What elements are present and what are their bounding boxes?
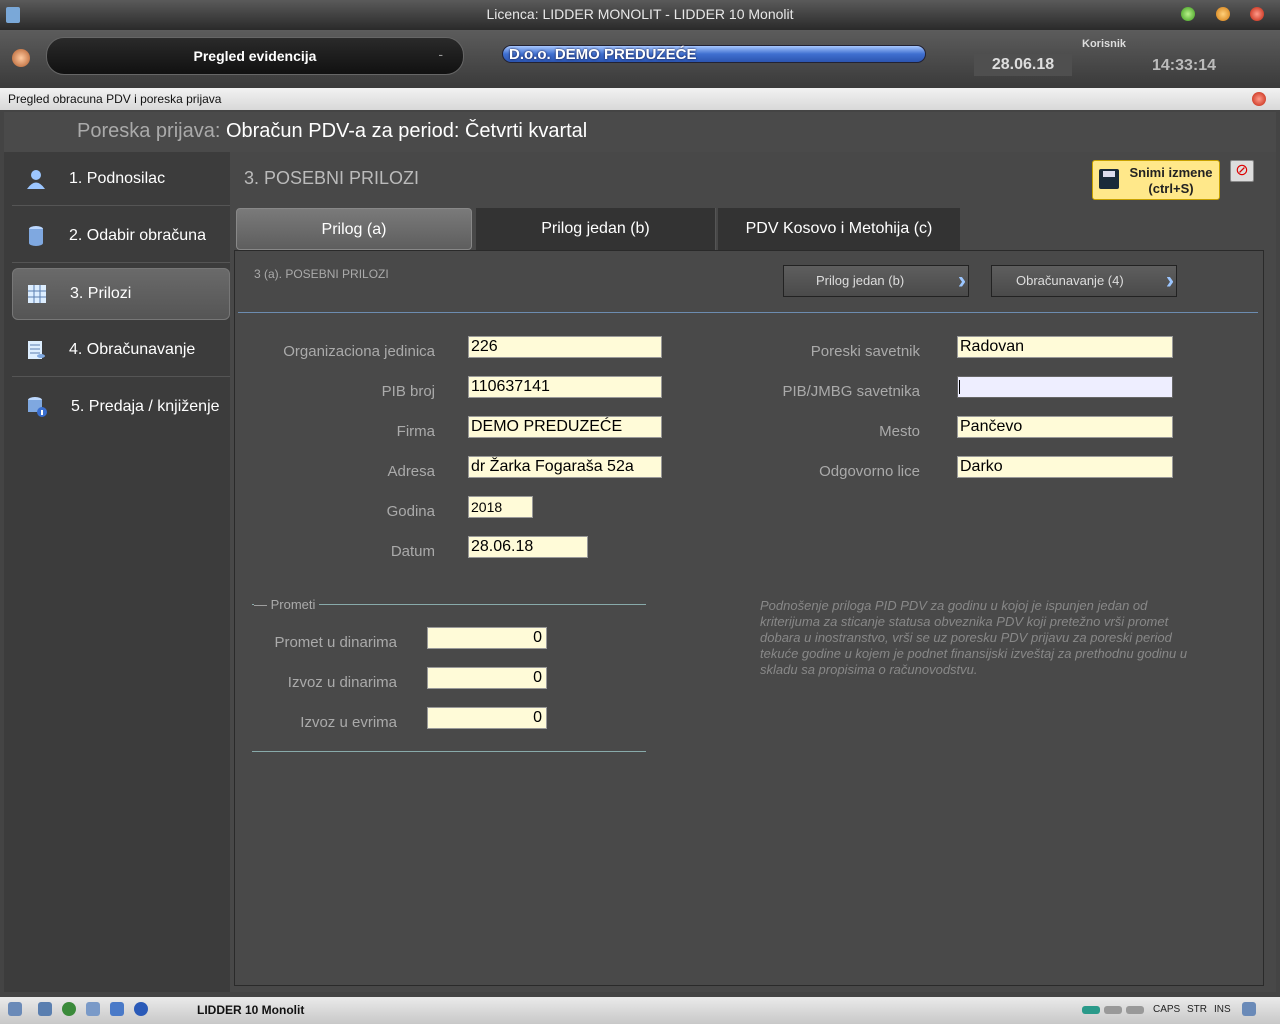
subwindow-titlebar: Pregled obracuna PDV i poreska prijava bbox=[0, 88, 1280, 110]
panel-subtitle: 3 (a). POSEBNI PRILOZI bbox=[254, 267, 389, 281]
field-label: Izvoz u evrima bbox=[300, 714, 397, 731]
ins-indicator: INS bbox=[1214, 1004, 1231, 1015]
export-eur-field[interactable]: 0 bbox=[427, 707, 547, 729]
status-app-name: LIDDER 10 Monolit bbox=[197, 1003, 305, 1017]
field-label: Datum bbox=[390, 543, 435, 560]
sidebar-item-label: 4. Obračunavanje bbox=[69, 341, 196, 358]
page-title-main: Obračun PDV-a za period: Četvrti kvartal bbox=[225, 120, 588, 142]
field-label: Firma bbox=[396, 423, 435, 440]
section-title: 3. POSEBNI PRILOZI bbox=[244, 168, 420, 188]
indicator-icon bbox=[1104, 1006, 1122, 1014]
floppy-icon bbox=[1099, 169, 1119, 189]
next-prilog-jedan-button[interactable]: Prilog jedan (b) ›› bbox=[783, 265, 969, 297]
title-bar: Licenca: LIDDER MONOLIT - LIDDER 10 Mono… bbox=[0, 0, 1280, 30]
city-field[interactable]: Pančevo bbox=[957, 416, 1173, 438]
str-indicator: STR bbox=[1187, 1004, 1207, 1015]
year-field[interactable]: 2018 bbox=[468, 496, 533, 518]
field-label: Godina bbox=[386, 503, 435, 520]
date-field[interactable]: 28.06.18 bbox=[468, 536, 588, 558]
text-cursor bbox=[959, 380, 960, 394]
sidebar-item-label: 1. Podnosilac bbox=[69, 170, 166, 187]
org-unit-field[interactable]: 226 bbox=[468, 336, 662, 358]
chevron-down-icon: - bbox=[438, 46, 443, 62]
save-button[interactable]: Snimi izmene (ctrl+S) bbox=[1092, 160, 1220, 200]
sidebar-item-podnosilac[interactable]: 1. Podnosilac bbox=[12, 154, 230, 206]
next-obracunavanje-button[interactable]: Obračunavanje (4) ›› bbox=[991, 265, 1177, 297]
nav-button-label: Obračunavanje (4) bbox=[1016, 273, 1124, 288]
address-field[interactable]: dr Žarka Fogaraša 52a bbox=[468, 456, 662, 478]
field-label: Promet u dinarima bbox=[274, 634, 397, 651]
calculator-icon bbox=[26, 339, 46, 361]
firm-field[interactable]: DEMO PREDUZEĆE bbox=[468, 416, 662, 438]
page-title-prefix: Poreska prijava: bbox=[77, 120, 221, 142]
prometi-group-bottom-line bbox=[252, 751, 646, 752]
grid-icon bbox=[27, 283, 47, 305]
user-icon[interactable] bbox=[86, 1002, 100, 1016]
field-label: Poreski savetnik bbox=[810, 343, 920, 360]
info-note: Podnošenje priloga PID PDV za godinu u k… bbox=[760, 598, 1188, 677]
sidebar-item-label: 2. Odabir obračuna bbox=[69, 227, 206, 244]
info-icon[interactable] bbox=[134, 1002, 148, 1016]
field-label: PIB broj bbox=[381, 383, 435, 400]
database-info-icon bbox=[26, 396, 47, 418]
indicator-icon bbox=[1126, 1006, 1144, 1014]
nav-button-label: Prilog jedan (b) bbox=[816, 273, 905, 288]
sidebar-item-predaja[interactable]: 5. Predaja / knjiženje bbox=[12, 382, 230, 434]
keyboard-icon[interactable] bbox=[1242, 1002, 1256, 1016]
user-label: Korisnik bbox=[1082, 38, 1127, 50]
sidebar-item-obracunavanje[interactable]: 4. Obračunavanje bbox=[12, 325, 230, 377]
sidebar-item-label: 5. Predaja / knjiženje bbox=[71, 398, 220, 415]
page-title: Poreska prijava: Obračun PDV-a za period… bbox=[77, 120, 587, 143]
pib-field[interactable]: 110637141 bbox=[468, 376, 662, 398]
module-selector[interactable]: Pregled evidencija - bbox=[46, 37, 464, 75]
prometi-group-label: — Prometi bbox=[254, 597, 320, 612]
promet-rsd-field[interactable]: 0 bbox=[427, 627, 547, 649]
advisor-pib-field[interactable] bbox=[957, 376, 1173, 398]
time-display: 14:33:14 bbox=[1152, 57, 1217, 74]
window-title: Licenca: LIDDER MONOLIT - LIDDER 10 Mono… bbox=[486, 6, 794, 22]
field-label: PIB/JMBG savetnika bbox=[782, 383, 920, 400]
user-icon bbox=[26, 168, 46, 190]
module-label: Pregled evidencija bbox=[193, 48, 317, 64]
subwindow-title: Pregled obracuna PDV i poreska prijava bbox=[8, 92, 222, 106]
database-icon bbox=[26, 225, 46, 247]
subwindow-close-icon[interactable] bbox=[1252, 92, 1266, 106]
indicator-icon bbox=[1082, 1006, 1100, 1014]
company-bar: D.o.o. DEMO PREDUZEĆE bbox=[502, 45, 926, 63]
window-icon[interactable] bbox=[38, 1002, 52, 1016]
sidebar: 1. Podnosilac 2. Odabir obračuna 3. Pril… bbox=[4, 152, 230, 992]
field-label: Organizaciona jedinica bbox=[283, 343, 435, 360]
sidebar-item-odabir[interactable]: 2. Odabir obračuna bbox=[12, 211, 230, 263]
close-icon[interactable] bbox=[1250, 7, 1264, 21]
sidebar-item-label: 3. Prilozi bbox=[70, 285, 132, 302]
field-label: Adresa bbox=[387, 463, 435, 480]
sidebar-item-prilozi[interactable]: 3. Prilozi bbox=[12, 268, 230, 320]
globe-icon[interactable] bbox=[62, 1002, 76, 1016]
field-label: Odgovorno lice bbox=[819, 463, 920, 480]
responsible-person-field[interactable]: Darko bbox=[957, 456, 1173, 478]
tab-prilog-a[interactable]: Prilog (a) bbox=[236, 208, 472, 250]
cancel-icon[interactable]: ⊘ bbox=[1230, 160, 1254, 182]
tab-pdv-kosovo-c[interactable]: PDV Kosovo i Metohija (c) bbox=[718, 208, 960, 250]
export-rsd-field[interactable]: 0 bbox=[427, 667, 547, 689]
tab-prilog-jedan-b[interactable]: Prilog jedan (b) bbox=[476, 208, 716, 250]
check-icon[interactable] bbox=[110, 1002, 124, 1016]
field-label: Mesto bbox=[879, 423, 920, 440]
caps-indicator: CAPS bbox=[1153, 1004, 1181, 1015]
minimize-icon[interactable] bbox=[1181, 7, 1195, 21]
panel-divider bbox=[238, 312, 1258, 313]
tax-advisor-field[interactable]: Radovan bbox=[957, 336, 1173, 358]
menu-orb-icon[interactable] bbox=[12, 49, 30, 67]
save-button-label: Snimi izmene (ctrl+S) bbox=[1129, 165, 1213, 196]
maximize-icon[interactable] bbox=[1216, 7, 1230, 21]
date-display: 28.06.18 bbox=[974, 54, 1072, 76]
field-label: Izvoz u dinarima bbox=[287, 674, 397, 691]
network-icon[interactable] bbox=[8, 1002, 22, 1016]
